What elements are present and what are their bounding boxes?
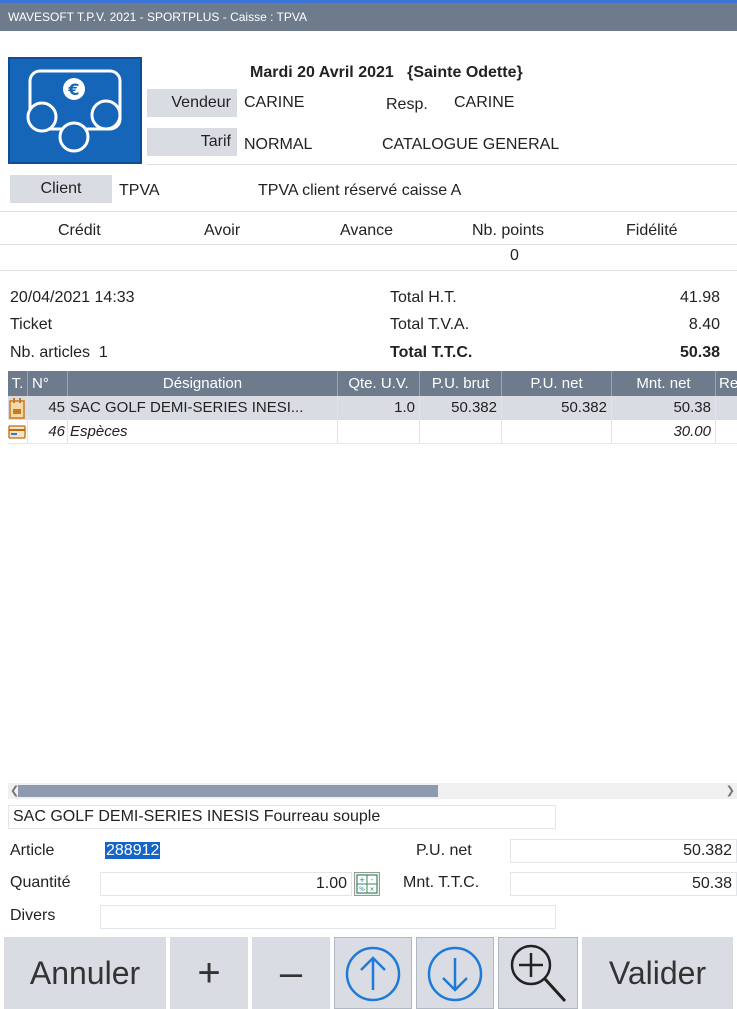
lines-grid[interactable]: T. N° Désignation Qte. U.V. P.U. brut P.… <box>8 371 737 783</box>
resp-label: Resp. <box>386 96 428 113</box>
vendeur-label: Vendeur <box>147 89 237 117</box>
col-pu-net[interactable]: P.U. net <box>502 371 612 396</box>
pu-net-field[interactable]: 50.382 <box>510 839 737 863</box>
row-designation: SAC GOLF DEMI-SERIES INESI... <box>68 396 338 420</box>
col-pu-brut[interactable]: P.U. brut <box>420 371 502 396</box>
credit-header: Crédit <box>58 222 101 239</box>
client-divider <box>0 211 737 212</box>
tarif-value: NORMAL <box>244 136 313 153</box>
row-num: 46 <box>28 420 68 444</box>
article-value: 288912 <box>105 842 161 859</box>
row-qte: 1.0 <box>338 396 420 420</box>
table-row[interactable]: 46 Espèces 30.00 <box>8 420 737 444</box>
validate-button[interactable]: Valider <box>582 937 733 1009</box>
window-titlebar: WAVESOFT T.P.V. 2021 - SPORTPLUS - Caiss… <box>0 0 737 31</box>
total-ttc-value: 50.38 <box>679 344 720 361</box>
article-label: Article <box>10 842 55 859</box>
divers-input[interactable] <box>100 905 556 929</box>
fidelite-header: Fidélité <box>626 222 678 239</box>
header-divider <box>146 164 737 165</box>
grid-header: T. N° Désignation Qte. U.V. P.U. brut P.… <box>8 371 737 396</box>
col-designation[interactable]: Désignation <box>68 371 338 396</box>
total-ht-label: Total H.T. <box>390 289 457 306</box>
fidelity-bottom-divider <box>0 270 737 271</box>
total-tva-label: Total T.V.A. <box>390 316 470 333</box>
svg-text:€: € <box>67 80 79 99</box>
saint-text: {Sainte Odette} <box>407 64 523 81</box>
nb-articles: Nb. articles 1 <box>10 344 108 362</box>
client-button[interactable]: Client <box>10 175 112 203</box>
col-num[interactable]: N° <box>28 371 68 396</box>
action-bar: Annuler + – Valider <box>0 937 737 1009</box>
window-title: WAVESOFT T.P.V. 2021 - SPORTPLUS - Caiss… <box>8 10 308 24</box>
vendeur-value: CARINE <box>244 94 305 111</box>
arrow-up-button[interactable] <box>334 937 412 1009</box>
ticket-datetime: 20/04/2021 14:33 <box>10 289 135 306</box>
mnt-ttc-label: Mnt. T.T.C. <box>403 874 480 891</box>
calculator-button[interactable]: + - % × <box>354 872 380 896</box>
svg-text:×: × <box>369 886 374 893</box>
mnt-ttc-field[interactable]: 50.38 <box>510 872 737 896</box>
article-input[interactable]: 288912 <box>100 839 352 863</box>
client-name: TPVA client réservé caisse A <box>258 182 462 199</box>
client-code: TPVA <box>119 182 160 199</box>
col-qte[interactable]: Qte. U.V. <box>338 371 420 396</box>
scroll-right-icon[interactable]: ❯ <box>726 783 735 799</box>
nb-points-header: Nb. points <box>472 222 545 239</box>
total-ht-value: 41.98 <box>679 289 720 306</box>
cancel-button[interactable]: Annuler <box>4 937 166 1009</box>
tarif-label: Tarif <box>147 128 237 156</box>
search-button[interactable] <box>498 937 578 1009</box>
total-ttc-label: Total T.T.C. <box>390 344 473 361</box>
svg-text:%: % <box>359 886 365 893</box>
date-text: Mardi 20 Avril 2021 <box>250 64 394 81</box>
col-type[interactable]: T. <box>8 371 28 396</box>
row-pu-net <box>502 420 612 444</box>
cash-payment-icon <box>8 420 28 444</box>
table-row[interactable]: 45 SAC GOLF DEMI-SERIES INESI... 1.0 50.… <box>8 396 737 420</box>
golf-bag-icon <box>8 396 28 420</box>
horizontal-scrollbar[interactable]: ❮ ❯ <box>8 783 737 799</box>
row-mnt-net: 30.00 <box>612 420 716 444</box>
row-qte <box>338 420 420 444</box>
calculator-icon: + - % × <box>356 874 378 894</box>
fidelity-divider <box>0 244 737 245</box>
row-pu-brut: 50.382 <box>420 396 502 420</box>
resp-value: CARINE <box>454 94 515 111</box>
arrow-down-icon <box>427 946 483 1002</box>
row-pu-net: 50.382 <box>502 396 612 420</box>
nb-articles-label: Nb. articles <box>10 344 91 361</box>
catalogue-value: CATALOGUE GENERAL <box>382 136 560 153</box>
col-mnt-net[interactable]: Mnt. net <box>612 371 716 396</box>
plus-button[interactable]: + <box>170 937 248 1009</box>
arrow-down-button[interactable] <box>416 937 494 1009</box>
nb-points-value: 0 <box>510 247 519 264</box>
zoom-in-icon <box>510 944 567 1003</box>
row-mnt-net: 50.38 <box>612 396 716 420</box>
header-date: Mardi 20 Avril 2021 {Sainte Odette} <box>250 64 523 82</box>
pu-net-label: P.U. net <box>416 842 472 859</box>
total-tva-value: 8.40 <box>688 316 720 333</box>
description-field: SAC GOLF DEMI-SERIES INESIS Fourreau sou… <box>8 805 556 829</box>
row-designation: Espèces <box>68 420 338 444</box>
arrow-up-icon <box>345 946 401 1002</box>
divers-label: Divers <box>10 907 56 924</box>
doc-type: Ticket <box>10 316 53 333</box>
col-re[interactable]: Re <box>716 371 737 396</box>
row-pu-brut <box>420 420 502 444</box>
quantite-input[interactable]: 1.00 <box>100 872 352 896</box>
avance-header: Avance <box>340 222 394 239</box>
nb-articles-value: 1 <box>98 344 108 361</box>
row-num: 45 <box>28 396 68 420</box>
quantite-label: Quantité <box>10 874 71 891</box>
minus-button[interactable]: – <box>252 937 330 1009</box>
avoir-header: Avoir <box>204 222 241 239</box>
cash-register-icon: € <box>26 69 122 153</box>
scroll-thumb[interactable] <box>18 785 438 797</box>
svg-text:+: + <box>359 876 365 884</box>
pos-logo: € <box>8 57 142 164</box>
